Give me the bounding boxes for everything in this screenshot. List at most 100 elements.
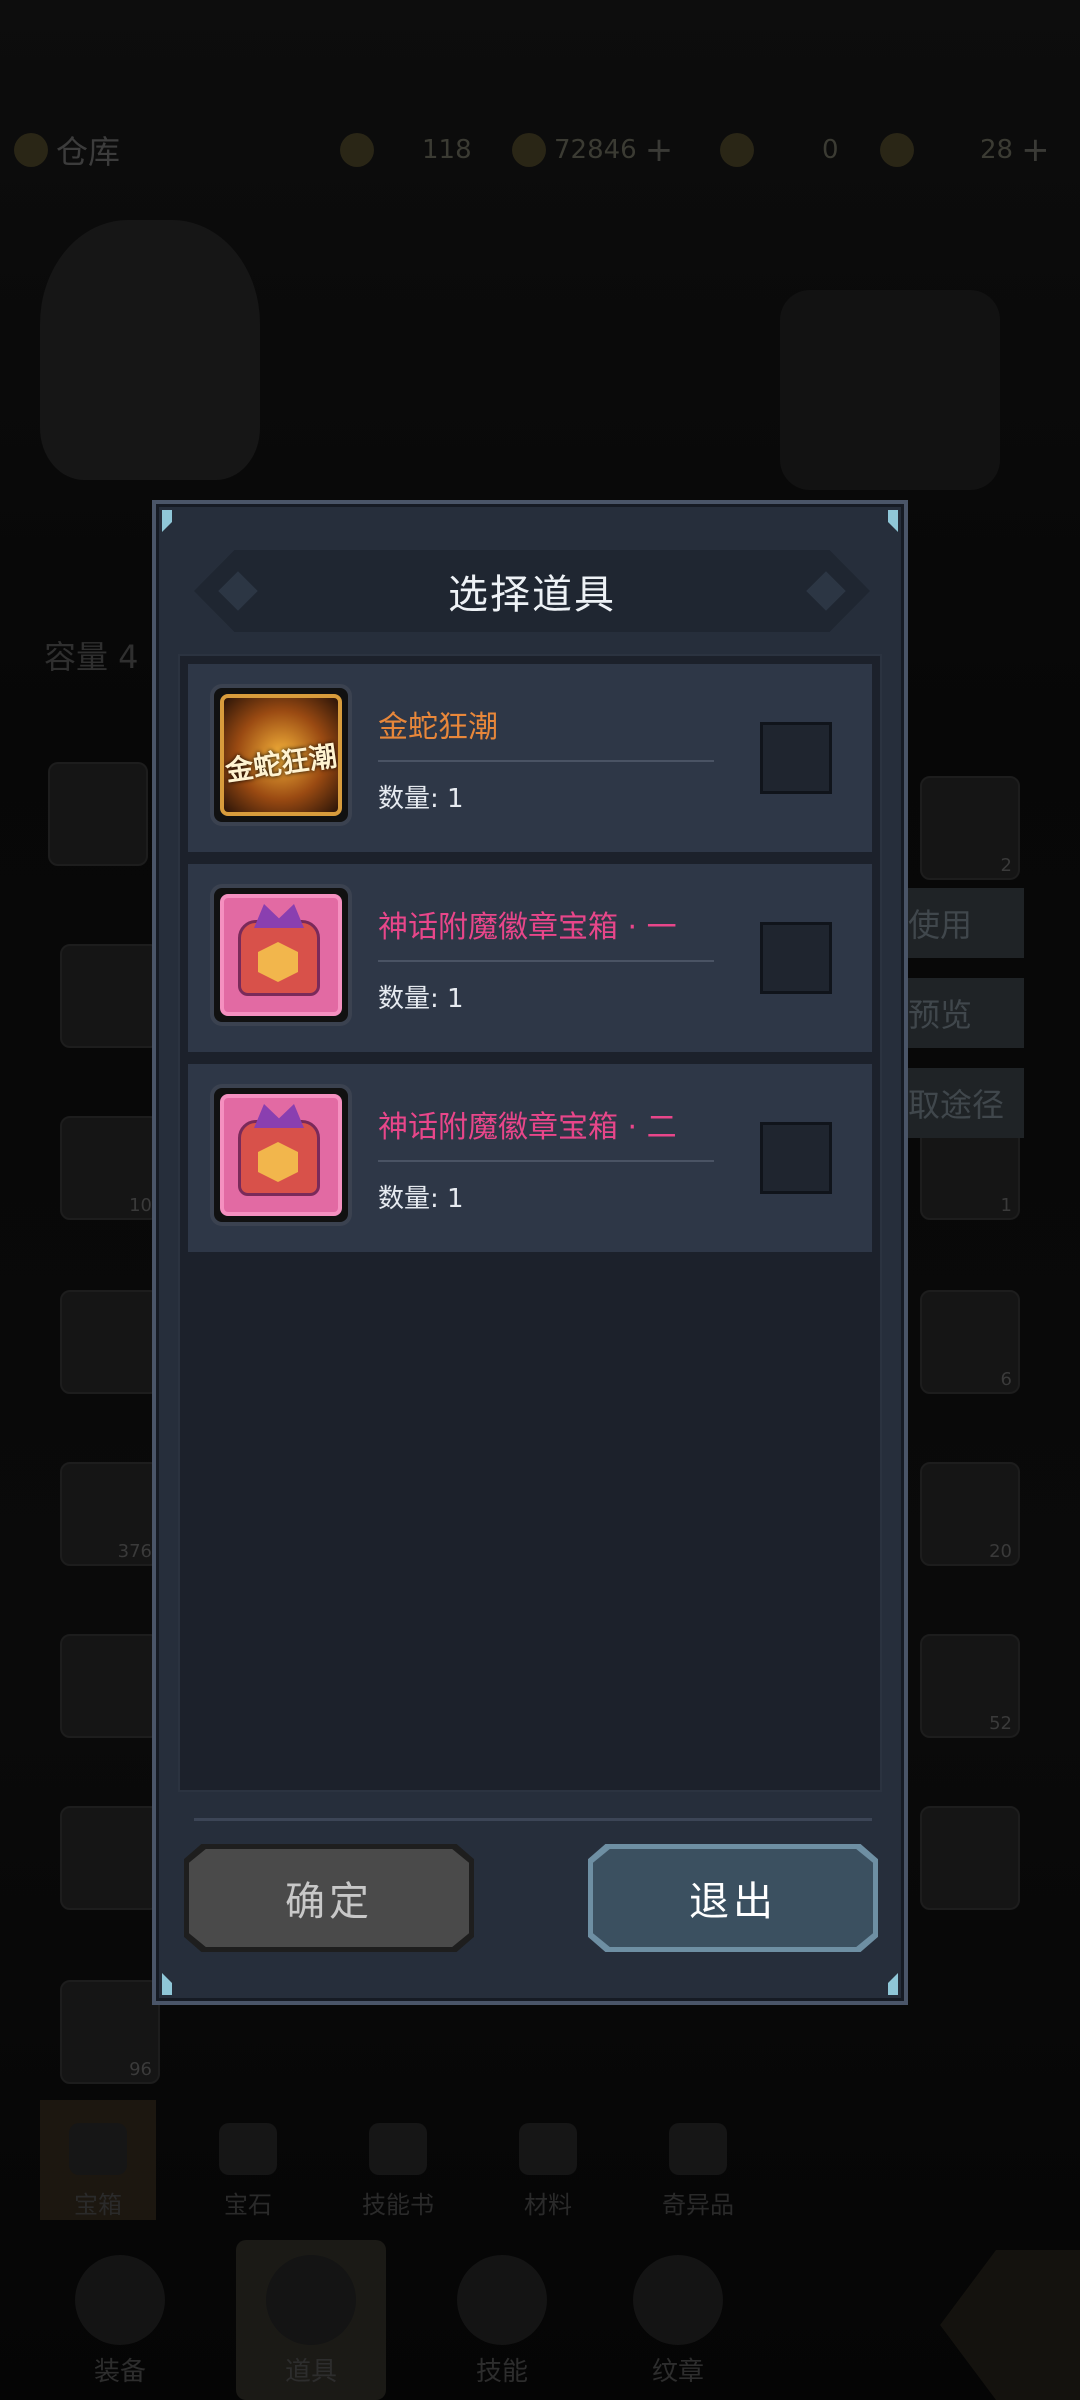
tab-chest-label: 宝箱 bbox=[74, 2191, 122, 2219]
gold-icon bbox=[512, 133, 546, 167]
item-checkbox[interactable] bbox=[760, 1122, 832, 1194]
curio-icon bbox=[669, 2123, 727, 2175]
diamond-ornament bbox=[218, 571, 258, 611]
item-thumbnail bbox=[210, 884, 352, 1026]
top-resource-bar: 仓库 118 72846 + 0 28 + bbox=[0, 118, 1080, 182]
inventory-slot[interactable] bbox=[60, 1290, 160, 1394]
slot-count: 1 bbox=[1000, 1195, 1012, 1216]
resource-stamina[interactable]: 28 + bbox=[880, 130, 1050, 170]
item-name: 神话附魔徽章宝箱 · 一 bbox=[378, 910, 677, 945]
resource-crystal: 0 bbox=[720, 133, 839, 167]
item-quantity: 数量: 1 bbox=[378, 1184, 464, 1214]
inventory-slot[interactable]: 2 bbox=[920, 776, 1020, 880]
warehouse-title: 仓库 bbox=[56, 133, 121, 171]
select-item-dialog: 选择道具 金蛇狂潮 金蛇狂潮 数量: 1 神话附魔徽章宝箱 · 一 数量: 1 bbox=[152, 500, 908, 2005]
inventory-slot[interactable] bbox=[48, 762, 148, 866]
item-thumbnail bbox=[210, 1084, 352, 1226]
resource-gold[interactable]: 72846 + bbox=[512, 130, 673, 170]
resource-stamina-value: 28 bbox=[980, 135, 1014, 165]
dialog-header: 选择道具 bbox=[194, 550, 870, 632]
slot-count: 2 bbox=[1000, 855, 1012, 876]
slot-count: 6 bbox=[1000, 1369, 1012, 1390]
footer-divider bbox=[194, 1818, 872, 1821]
inventory-slot[interactable]: 96 bbox=[60, 1980, 160, 2084]
tab-gem[interactable]: 宝石 bbox=[190, 2100, 306, 2220]
corner-ornament bbox=[162, 510, 184, 532]
nav-skills-label: 技能 bbox=[475, 2357, 528, 2387]
corner-ornament bbox=[876, 1973, 898, 1995]
golden-snake-icon: 金蛇狂潮 bbox=[220, 694, 342, 816]
inventory-slot[interactable] bbox=[60, 944, 160, 1048]
warehouse-icon bbox=[14, 133, 48, 167]
tab-material[interactable]: 材料 bbox=[490, 2100, 606, 2220]
preview-button[interactable]: 预览 bbox=[896, 978, 1024, 1048]
item-thumbnail: 金蛇狂潮 bbox=[210, 684, 352, 826]
sword-icon bbox=[75, 2255, 165, 2345]
resource-token-value: 118 bbox=[422, 135, 472, 165]
inventory-slot[interactable] bbox=[60, 1806, 160, 1910]
corner-ornament bbox=[162, 1973, 184, 1995]
token-icon bbox=[340, 133, 374, 167]
item-quantity: 数量: 1 bbox=[378, 984, 464, 1014]
item-name: 金蛇狂潮 bbox=[378, 710, 498, 745]
obtain-method-button[interactable]: 取途径 bbox=[896, 1068, 1024, 1138]
tab-curio-label: 奇异品 bbox=[662, 2191, 734, 2219]
exit-button[interactable]: 退出 bbox=[588, 1844, 878, 1952]
list-item[interactable]: 神话附魔徽章宝箱 · 二 数量: 1 bbox=[188, 1064, 872, 1252]
item-quantity: 数量: 1 bbox=[378, 784, 464, 814]
inventory-slot[interactable] bbox=[60, 1634, 160, 1738]
item-divider bbox=[378, 760, 714, 762]
inventory-slot[interactable]: 52 bbox=[920, 1634, 1020, 1738]
item-checkbox[interactable] bbox=[760, 722, 832, 794]
slot-count: 376 bbox=[117, 1541, 152, 1562]
inventory-slot[interactable]: 376 bbox=[60, 1462, 160, 1566]
nav-emblem[interactable]: 纹章 bbox=[618, 2240, 738, 2400]
inventory-slot[interactable] bbox=[920, 1806, 1020, 1910]
nav-emblem-label: 纹章 bbox=[651, 2357, 704, 2387]
nav-items[interactable]: 道具 bbox=[236, 2240, 386, 2400]
nav-equipment[interactable]: 装备 bbox=[60, 2240, 180, 2400]
nav-items-label: 道具 bbox=[284, 2357, 337, 2387]
dialog-title: 选择道具 bbox=[448, 572, 616, 618]
use-button[interactable]: 使用 bbox=[896, 888, 1024, 958]
diamond-ornament bbox=[806, 571, 846, 611]
inventory-slot[interactable]: 10 bbox=[60, 1116, 160, 1220]
book-icon bbox=[369, 2123, 427, 2175]
inventory-slot[interactable]: 20 bbox=[920, 1462, 1020, 1566]
hero-portrait bbox=[40, 220, 260, 480]
arrow-icon[interactable] bbox=[940, 2250, 1080, 2400]
item-list[interactable]: 金蛇狂潮 金蛇狂潮 数量: 1 神话附魔徽章宝箱 · 一 数量: 1 神话附魔徽… bbox=[178, 654, 882, 1792]
list-item[interactable]: 金蛇狂潮 金蛇狂潮 数量: 1 bbox=[188, 664, 872, 852]
treasure-chest-icon bbox=[220, 1094, 342, 1216]
stamina-icon bbox=[880, 133, 914, 167]
crystal-icon bbox=[720, 133, 754, 167]
inventory-slot[interactable]: 6 bbox=[920, 1290, 1020, 1394]
item-divider bbox=[378, 1160, 714, 1162]
exit-button-label: 退出 bbox=[593, 1849, 873, 1947]
chest-icon bbox=[69, 2123, 127, 2175]
treasure-chest-icon bbox=[220, 894, 342, 1016]
confirm-button[interactable]: 确定 bbox=[184, 1844, 474, 1952]
wand-icon bbox=[457, 2255, 547, 2345]
tab-chest[interactable]: 宝箱 bbox=[40, 2100, 156, 2220]
list-item[interactable]: 神话附魔徽章宝箱 · 一 数量: 1 bbox=[188, 864, 872, 1052]
capacity-label: 容量 4 bbox=[44, 638, 139, 676]
slot-count: 52 bbox=[989, 1713, 1012, 1734]
add-gold-icon[interactable]: + bbox=[645, 130, 674, 170]
item-name: 神话附魔徽章宝箱 · 二 bbox=[378, 1110, 677, 1145]
material-icon bbox=[519, 2123, 577, 2175]
tab-skill-book-label: 技能书 bbox=[362, 2191, 434, 2219]
tab-curio[interactable]: 奇异品 bbox=[640, 2100, 756, 2220]
item-checkbox[interactable] bbox=[760, 922, 832, 994]
thumbnail-lettering: 金蛇狂潮 bbox=[223, 739, 339, 788]
hero-portrait-secondary bbox=[780, 290, 1000, 490]
tab-skill-book[interactable]: 技能书 bbox=[340, 2100, 456, 2220]
bottom-nav: 装备 道具 技能 纹章 bbox=[60, 2240, 738, 2400]
gem-icon bbox=[219, 2123, 277, 2175]
slot-count: 96 bbox=[129, 2059, 152, 2080]
nav-skills[interactable]: 技能 bbox=[442, 2240, 562, 2400]
slot-count: 20 bbox=[989, 1541, 1012, 1562]
warehouse-header: 仓库 bbox=[14, 127, 120, 173]
add-stamina-icon[interactable]: + bbox=[1021, 130, 1050, 170]
backpack-icon bbox=[266, 2255, 356, 2345]
